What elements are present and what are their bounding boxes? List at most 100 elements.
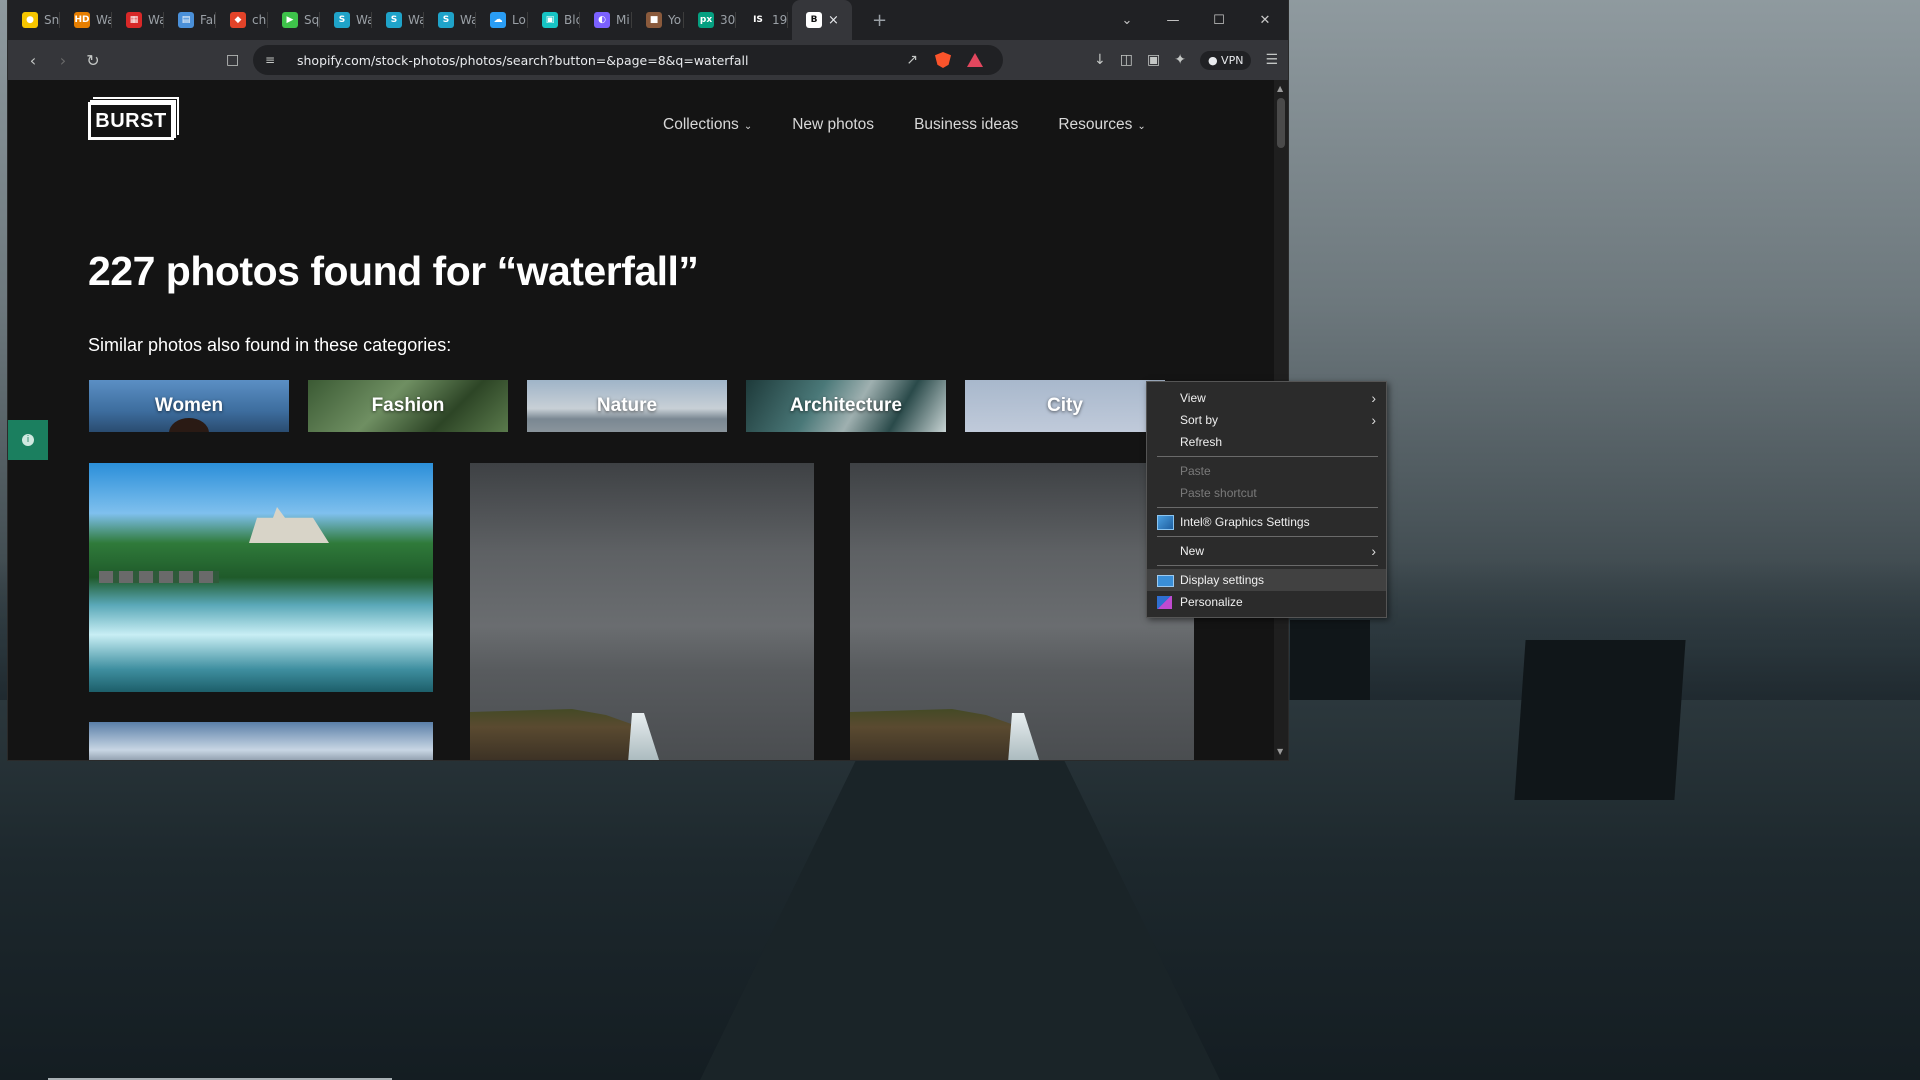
tab-13[interactable]: px 30 <box>684 0 736 40</box>
tab-1[interactable]: HD Wa <box>60 0 112 40</box>
category-city[interactable]: City <box>965 380 1165 432</box>
tab-title: Wa <box>408 13 424 27</box>
back-icon[interactable]: ‹ <box>18 51 48 70</box>
desktop-pier-post <box>1514 640 1686 800</box>
tab-favicon-icon: S <box>334 12 350 28</box>
tab-favicon-icon: HD <box>74 12 90 28</box>
category-label: Women <box>154 395 224 416</box>
site-info-icon[interactable]: ≡ <box>265 53 287 67</box>
personalize-icon <box>1157 595 1172 609</box>
menu-separator <box>1157 507 1378 508</box>
tab-3[interactable]: ▤ Fak <box>164 0 216 40</box>
menu-item-sort-by[interactable]: Sort by › <box>1147 409 1386 431</box>
tab-8[interactable]: S Wa <box>424 0 476 40</box>
desktop-pier-post <box>1290 620 1370 700</box>
desktop-pier-walkway <box>700 760 1220 1080</box>
nav-resources[interactable]: Resources ⌄ <box>1058 116 1145 134</box>
wallet-icon[interactable]: ▣ <box>1147 52 1160 68</box>
category-fashion[interactable]: Fashion <box>308 380 508 432</box>
web-page: BURST Collections ⌄ New photos Business i… <box>8 80 1274 760</box>
category-label: Fashion <box>371 395 445 416</box>
vpn-button[interactable]: ● VPN <box>1199 50 1252 70</box>
tab-10[interactable]: ▣ Blo <box>528 0 580 40</box>
tab-search-chevron-icon[interactable]: ⌄ <box>1104 13 1150 28</box>
tab-favicon-icon: px <box>698 12 714 28</box>
nav-business-ideas[interactable]: Business ideas <box>914 116 1018 134</box>
bridge-shape <box>99 571 219 583</box>
tab-0[interactable]: ● Sn <box>8 0 60 40</box>
tab-2[interactable]: ▦ Wa <box>112 0 164 40</box>
burst-favicon-icon: B <box>806 12 822 28</box>
menu-item-paste-shortcut: Paste shortcut <box>1147 482 1386 504</box>
tab-4[interactable]: ◆ che <box>216 0 268 40</box>
tab-12[interactable]: ■ Yo <box>632 0 684 40</box>
menu-item-display-settings[interactable]: Display settings <box>1147 569 1386 591</box>
category-nature[interactable]: Nature <box>527 380 727 432</box>
menu-item-personalize[interactable]: Personalize <box>1147 591 1386 613</box>
tab-title: Fak <box>200 13 216 27</box>
display-icon <box>1157 575 1174 587</box>
window-controls: ⌄ — ☐ ✕ <box>1104 0 1288 40</box>
brave-rewards-icon[interactable] <box>967 53 983 67</box>
burst-logo[interactable]: BURST <box>88 97 179 140</box>
tab-favicon-icon: ◐ <box>594 12 610 28</box>
menu-label: Paste shortcut <box>1180 486 1257 500</box>
tab-favicon-icon: ◆ <box>230 12 246 28</box>
tab-title: Wa <box>356 13 372 27</box>
menu-item-view[interactable]: View › <box>1147 387 1386 409</box>
menu-label: Paste <box>1180 464 1211 478</box>
tab-favicon-icon: ▦ <box>126 12 142 28</box>
photo-result[interactable] <box>470 463 814 760</box>
menu-label: Intel® Graphics Settings <box>1180 515 1310 529</box>
categories-subheading: Similar photos also found in these categ… <box>88 335 452 355</box>
leo-ai-icon[interactable]: ✦ <box>1174 52 1186 68</box>
menu-label: Display settings <box>1180 573 1265 587</box>
tab-5[interactable]: ▶ Sq <box>268 0 320 40</box>
category-label: Nature <box>596 395 658 416</box>
tab-6[interactable]: S Wa <box>320 0 372 40</box>
scrollbar-thumb[interactable] <box>1277 98 1285 148</box>
tab-active-burst[interactable]: B × <box>792 0 852 40</box>
close-tab-icon[interactable]: × <box>828 13 839 28</box>
tab-title: Sq <box>304 13 320 27</box>
tab-9[interactable]: ☁ Lo <box>476 0 528 40</box>
minimize-icon[interactable]: — <box>1150 13 1196 28</box>
menu-item-refresh[interactable]: Refresh <box>1147 431 1386 453</box>
scroll-down-icon[interactable]: ▼ <box>1277 747 1283 756</box>
address-bar: ‹ › ↻ □ ≡ shopify.com/stock-photos/photo… <box>8 40 1288 80</box>
tab-title: Wa <box>96 13 112 27</box>
bookmark-icon[interactable]: □ <box>226 52 239 68</box>
forward-icon[interactable]: › <box>48 51 78 70</box>
menu-icon[interactable]: ☰ <box>1265 52 1278 68</box>
url-field[interactable]: ≡ shopify.com/stock-photos/photos/search… <box>253 45 1003 75</box>
close-window-icon[interactable]: ✕ <box>1242 13 1288 28</box>
desktop-context-menu: View › Sort by › Refresh Paste Paste sho… <box>1146 381 1387 618</box>
category-architecture[interactable]: Architecture <box>746 380 946 432</box>
tab-favicon-icon: S <box>386 12 402 28</box>
category-women[interactable]: Women <box>89 380 289 432</box>
tab-14[interactable]: IS 19 <box>736 0 788 40</box>
photo-result[interactable] <box>850 463 1194 760</box>
menu-label: Sort by <box>1180 413 1219 427</box>
nav-collections[interactable]: Collections ⌄ <box>663 116 752 134</box>
reload-icon[interactable]: ↻ <box>78 51 108 70</box>
share-icon[interactable]: ↗ <box>906 52 918 68</box>
maximize-icon[interactable]: ☐ <box>1196 13 1242 28</box>
feedback-tab[interactable]: i <box>8 420 48 460</box>
photo-result[interactable] <box>89 722 433 760</box>
new-tab-icon[interactable]: + <box>872 10 887 31</box>
photo-result[interactable] <box>89 463 433 692</box>
tab-11[interactable]: ◐ Mi <box>580 0 632 40</box>
tab-7[interactable]: S Wa <box>372 0 424 40</box>
page-title: 227 photos found for “waterfall” <box>88 248 699 294</box>
menu-item-intel-graphics[interactable]: Intel® Graphics Settings <box>1147 511 1386 533</box>
menu-item-new[interactable]: New › <box>1147 540 1386 562</box>
nav-new-photos[interactable]: New photos <box>792 116 874 134</box>
tab-favicon-icon: ☁ <box>490 12 506 28</box>
download-icon[interactable]: ↓ <box>1094 52 1106 68</box>
sidebar-icon[interactable]: ◫ <box>1120 52 1133 68</box>
tab-favicon-icon: ■ <box>646 12 662 28</box>
chevron-right-icon: › <box>1371 390 1376 406</box>
brave-shields-icon[interactable] <box>935 52 951 68</box>
scroll-up-icon[interactable]: ▲ <box>1277 84 1283 93</box>
